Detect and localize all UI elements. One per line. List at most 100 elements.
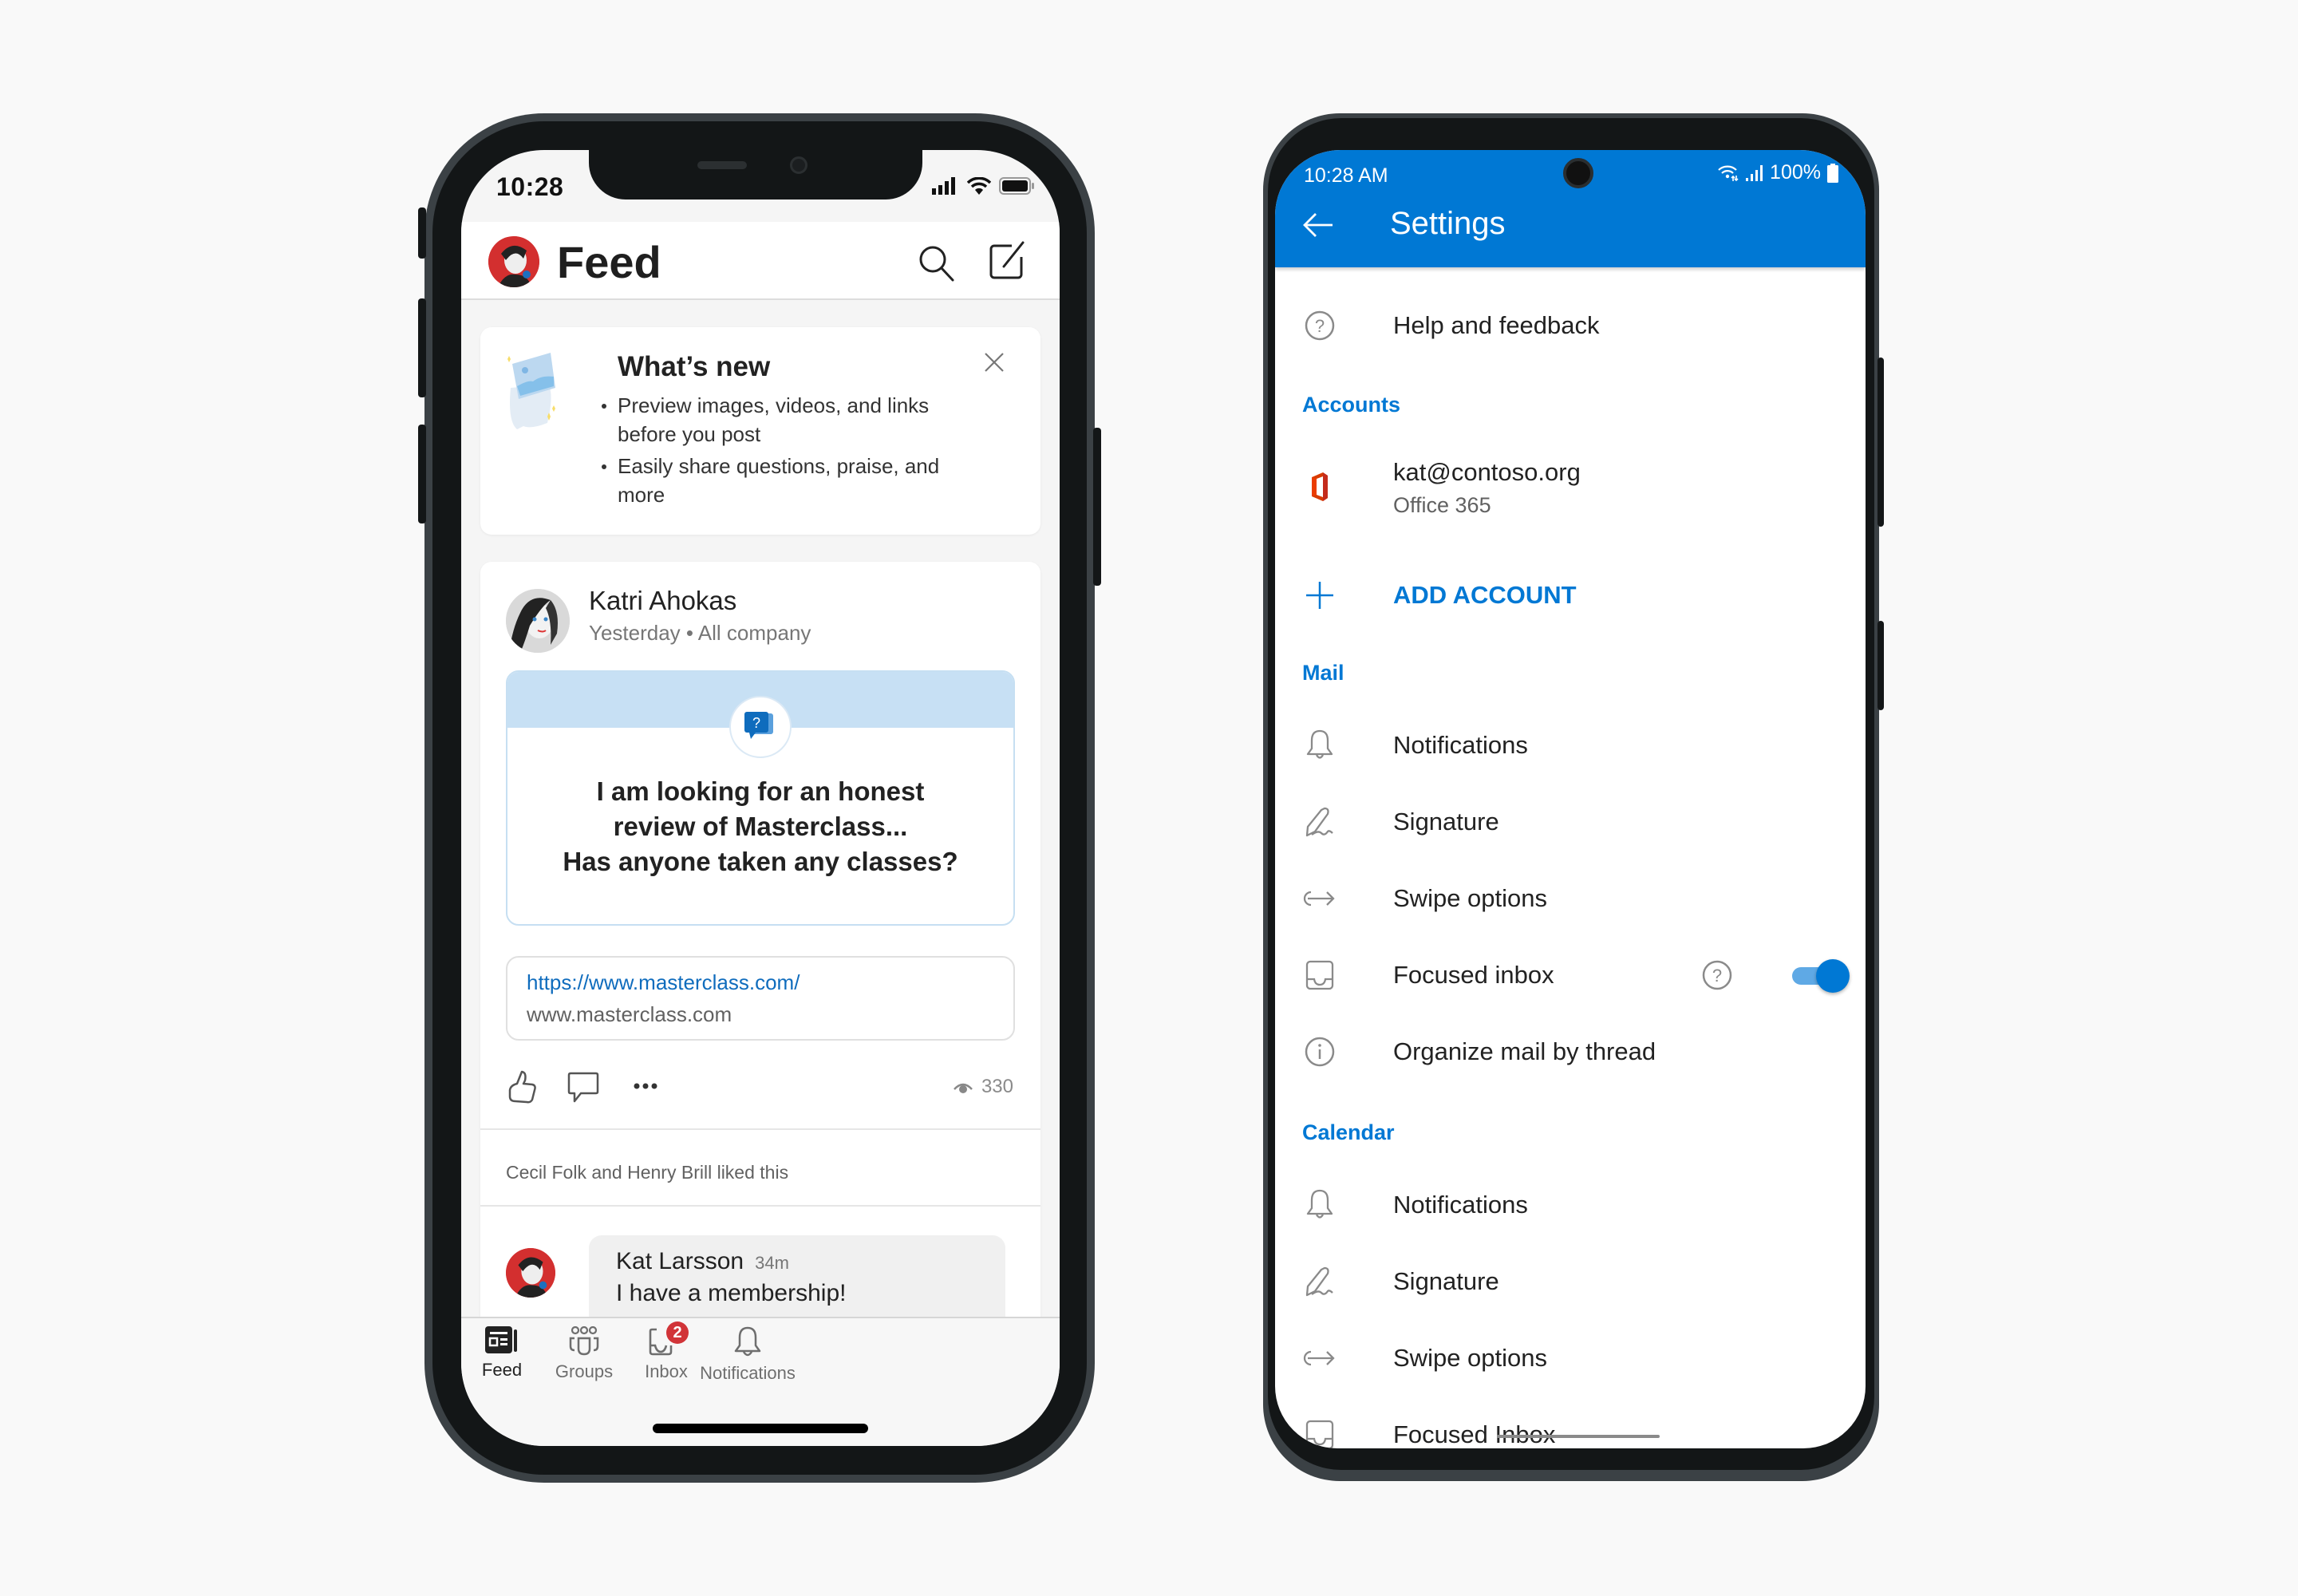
post-actions: 330 xyxy=(480,1052,1040,1125)
wifi-icon xyxy=(1718,165,1739,181)
account-email: kat@contoso.org xyxy=(1393,458,1581,486)
section-header-accounts: Accounts xyxy=(1302,393,1401,417)
back-button[interactable] xyxy=(1302,212,1334,238)
whats-new-title: What’s new xyxy=(618,351,771,382)
svg-text:?: ? xyxy=(1315,316,1325,336)
bell-icon xyxy=(1306,729,1333,759)
calendar-focused-inbox-item[interactable]: Focused Inbox xyxy=(1275,1396,1866,1448)
more-button[interactable] xyxy=(634,1082,657,1090)
whats-new-card: What’s new Preview images, videos, and l… xyxy=(480,327,1040,535)
swipe-icon xyxy=(1303,1350,1335,1366)
divider xyxy=(480,1128,1040,1130)
signature-icon xyxy=(1305,807,1333,837)
compose-button[interactable] xyxy=(988,239,1028,281)
plus-icon xyxy=(1306,582,1333,609)
mail-notifications-item[interactable]: Notifications xyxy=(1275,707,1866,784)
android-phone-frame: 10:28 AM 100% Settings ? Help and feedba… xyxy=(1263,113,1884,1481)
help-icon: ? xyxy=(1702,960,1732,990)
power-button xyxy=(1877,621,1884,710)
speaker xyxy=(697,161,747,169)
notch xyxy=(589,150,922,200)
comment-author-line: Kat Larsson 34m xyxy=(616,1248,789,1275)
calendar-notifications-item[interactable]: Notifications xyxy=(1275,1167,1866,1243)
settings-item-label: Focused inbox xyxy=(1393,961,1554,989)
settings-item-label: Help and feedback xyxy=(1393,311,1600,339)
settings-item-label: Organize mail by thread xyxy=(1393,1037,1656,1065)
comment-button[interactable] xyxy=(567,1071,600,1104)
section-header-calendar: Calendar xyxy=(1302,1120,1395,1144)
calendar-signature-item[interactable]: Signature xyxy=(1275,1243,1866,1320)
like-button[interactable] xyxy=(506,1069,538,1104)
bell-icon xyxy=(734,1326,761,1357)
signature-icon xyxy=(1305,1266,1333,1297)
whats-new-item: Easily share questions, praise, and more xyxy=(600,452,951,509)
settings-item-label: Swipe options xyxy=(1393,1344,1548,1372)
liked-by[interactable]: Cecil Folk and Henry Brill liked this xyxy=(506,1162,788,1183)
focused-inbox-help-button[interactable]: ? xyxy=(1701,959,1733,991)
mail-signature-item[interactable]: Signature xyxy=(1275,784,1866,860)
info-icon xyxy=(1305,1037,1335,1067)
toggle-knob xyxy=(1816,959,1850,993)
inbox-tray-icon xyxy=(1305,960,1334,990)
whats-new-list: Preview images, videos, and links before… xyxy=(600,391,951,512)
feed-screen: 10:28 Feed What’s new Preview images, vi… xyxy=(461,150,1060,1446)
battery-icon xyxy=(999,177,1034,195)
link-preview[interactable]: https://www.masterclass.com/ www.masterc… xyxy=(506,956,1015,1041)
eye-icon xyxy=(954,1083,973,1093)
question-card[interactable]: ? I am looking for an honest review of M… xyxy=(506,670,1015,926)
tab-label: Notifications xyxy=(700,1363,796,1383)
settings-item-label: Signature xyxy=(1393,1267,1499,1295)
mail-swipe-options-item[interactable]: Swipe options xyxy=(1275,860,1866,937)
post-card: Katri Ahokas Yesterday • All company ? I… xyxy=(480,562,1040,1360)
feed-icon xyxy=(485,1326,517,1353)
divider xyxy=(480,1205,1040,1207)
swipe-icon xyxy=(1303,891,1335,907)
home-indicator[interactable] xyxy=(653,1424,868,1433)
link-url[interactable]: https://www.masterclass.com/ xyxy=(527,970,800,995)
account-type: Office 365 xyxy=(1393,493,1491,517)
comment-icon xyxy=(567,1072,599,1103)
search-button[interactable] xyxy=(916,243,956,282)
mail-organize-thread-item[interactable]: Organize mail by thread xyxy=(1275,1013,1866,1090)
calendar-swipe-options-item[interactable]: Swipe options xyxy=(1275,1320,1866,1396)
whats-new-item: Preview images, videos, and links before… xyxy=(600,391,951,448)
add-account-button[interactable]: ADD ACCOUNT xyxy=(1275,557,1866,634)
search-icon xyxy=(919,246,954,282)
page-title: Feed xyxy=(557,237,661,287)
front-camera xyxy=(1563,158,1593,188)
section-header-mail: Mail xyxy=(1302,661,1344,685)
svg-text:?: ? xyxy=(752,715,760,731)
more-icon xyxy=(634,1083,657,1089)
post-author[interactable]: Katri Ahokas xyxy=(589,586,736,616)
back-arrow-icon xyxy=(1303,213,1333,237)
close-icon xyxy=(985,353,1004,372)
tab-notifications[interactable]: Notifications xyxy=(680,1326,815,1384)
settings-item-label: Signature xyxy=(1393,808,1499,836)
comment-text: I have a membership! xyxy=(616,1280,847,1306)
question-line: review of Masterclass... xyxy=(613,812,908,841)
mute-switch xyxy=(418,207,426,259)
user-avatar[interactable] xyxy=(488,236,539,287)
dismiss-button[interactable] xyxy=(983,351,1005,373)
power-button xyxy=(1093,428,1101,586)
question-chat-icon: ? xyxy=(744,712,773,739)
office-365-icon xyxy=(1312,472,1328,501)
battery-percent: 100% xyxy=(1770,161,1821,184)
view-count: 330 xyxy=(953,1076,1013,1098)
post-meta: Yesterday • All company xyxy=(589,621,811,645)
account-item[interactable]: kat@contoso.org Office 365 xyxy=(1275,439,1866,535)
feed-header: Feed xyxy=(461,222,1060,300)
commenter-avatar[interactable] xyxy=(506,1248,555,1298)
svg-text:?: ? xyxy=(1712,966,1722,986)
battery-icon xyxy=(1827,163,1838,183)
compose-icon xyxy=(989,241,1025,279)
settings-item-help[interactable]: ? Help and feedback xyxy=(1275,287,1866,364)
status-time: 10:28 xyxy=(496,172,564,201)
focused-inbox-toggle[interactable] xyxy=(1789,958,1850,993)
comment-time: 34m xyxy=(755,1253,789,1273)
mail-focused-inbox-item[interactable]: Focused inbox ? xyxy=(1275,937,1866,1013)
comment-author[interactable]: Kat Larsson xyxy=(616,1248,744,1274)
image-preview-illustration-icon xyxy=(507,353,555,429)
signal-icon xyxy=(1746,164,1763,181)
author-avatar[interactable] xyxy=(506,589,570,653)
